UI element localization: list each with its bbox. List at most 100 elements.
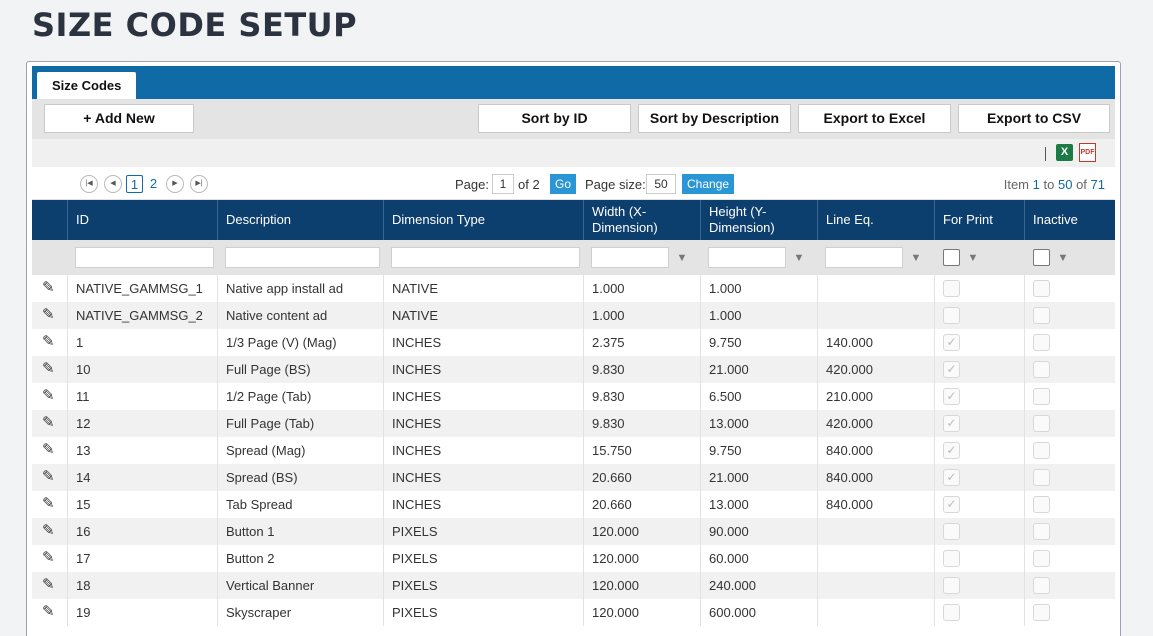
inactive-checkbox[interactable] (1033, 550, 1050, 567)
for-print-checkbox[interactable]: ✓ (943, 415, 960, 432)
for-print-checkbox[interactable] (943, 280, 960, 297)
edit-pencil-icon[interactable]: ✎ (42, 361, 55, 377)
for-print-checkbox[interactable] (943, 523, 960, 540)
cell-description: Native content ad (218, 302, 384, 329)
for-print-checkbox[interactable]: ✓ (943, 496, 960, 513)
column-header-height[interactable]: Height (Y-Dimension) (701, 200, 818, 240)
inactive-checkbox[interactable] (1033, 523, 1050, 540)
add-new-button[interactable]: + Add New (44, 104, 194, 133)
filter-line-eq-input[interactable] (825, 247, 903, 268)
filter-icon[interactable]: ▼ (673, 249, 691, 267)
filter-dimension-type-input[interactable] (391, 247, 580, 268)
column-header-dimension-type[interactable]: Dimension Type (384, 200, 584, 240)
filter-description-input[interactable] (225, 247, 380, 268)
cell-edit: ✎ (32, 491, 68, 518)
export-excel-button[interactable]: Export to Excel (798, 104, 951, 133)
page-link-1[interactable]: 1 (126, 175, 143, 193)
cell-width: 120.000 (584, 545, 701, 572)
column-header-line-eq[interactable]: Line Eq. (818, 200, 935, 240)
for-print-checkbox[interactable]: ✓ (943, 469, 960, 486)
for-print-checkbox[interactable] (943, 604, 960, 621)
page-input[interactable]: 1 (492, 174, 514, 194)
excel-icon[interactable]: X (1056, 144, 1073, 161)
filter-icon[interactable]: ▼ (907, 249, 925, 267)
filter-height-input[interactable] (708, 247, 786, 268)
first-page-icon[interactable]: |◀ (80, 175, 98, 193)
cell-width: 20.660 (584, 491, 701, 518)
filter-width-input[interactable] (591, 247, 669, 268)
inactive-checkbox[interactable] (1033, 604, 1050, 621)
for-print-checkbox[interactable] (943, 307, 960, 324)
go-button[interactable]: Go (550, 174, 577, 194)
page-size-input[interactable]: 50 (646, 174, 676, 194)
cell-for-print (935, 572, 1025, 599)
inactive-checkbox[interactable] (1033, 577, 1050, 594)
inactive-checkbox[interactable] (1033, 334, 1050, 351)
cell-dimension-type: NATIVE (384, 302, 584, 329)
sort-by-id-button[interactable]: Sort by ID (478, 104, 631, 133)
edit-pencil-icon[interactable]: ✎ (42, 307, 55, 323)
edit-pencil-icon[interactable]: ✎ (42, 469, 55, 485)
cell-for-print: ✓ (935, 329, 1025, 356)
inactive-checkbox[interactable] (1033, 307, 1050, 324)
inactive-checkbox[interactable] (1033, 469, 1050, 486)
cell-for-print (935, 599, 1025, 626)
filter-icon[interactable]: ▼ (790, 249, 808, 267)
column-header-inactive[interactable]: Inactive (1025, 200, 1115, 240)
cell-width: 15.750 (584, 437, 701, 464)
filter-icon[interactable]: ▼ (1054, 249, 1072, 267)
tab-size-codes[interactable]: Size Codes (37, 72, 137, 99)
next-page-icon[interactable]: ▶ (166, 175, 184, 193)
for-print-checkbox[interactable]: ✓ (943, 361, 960, 378)
last-page-icon[interactable]: ▶| (190, 175, 208, 193)
column-header-description[interactable]: Description (218, 200, 384, 240)
inactive-checkbox[interactable] (1033, 496, 1050, 513)
inactive-checkbox[interactable] (1033, 415, 1050, 432)
item-to-label: to (1043, 177, 1055, 192)
filter-icon[interactable]: ▼ (964, 249, 982, 267)
cell-id: NATIVE_GAMMSG_2 (68, 302, 218, 329)
edit-pencil-icon[interactable]: ✎ (42, 415, 55, 431)
edit-pencil-icon[interactable]: ✎ (42, 334, 55, 350)
edit-pencil-icon[interactable]: ✎ (42, 496, 55, 512)
export-csv-button[interactable]: Export to CSV (958, 104, 1110, 133)
sort-by-description-button[interactable]: Sort by Description (638, 104, 791, 133)
filter-for-print-checkbox[interactable] (943, 249, 960, 266)
prev-page-icon[interactable]: ◀ (104, 175, 122, 193)
cell-width: 120.000 (584, 599, 701, 626)
edit-pencil-icon[interactable]: ✎ (42, 604, 55, 620)
for-print-checkbox[interactable] (943, 577, 960, 594)
filter-row: ▼ ▼ ▼ ▼ ▼ (32, 240, 1115, 275)
column-header-for-print[interactable]: For Print (935, 200, 1025, 240)
cell-height: 13.000 (701, 491, 818, 518)
cell-description: Skyscraper (218, 599, 384, 626)
inactive-checkbox[interactable] (1033, 361, 1050, 378)
change-button[interactable]: Change (682, 174, 735, 194)
for-print-checkbox[interactable]: ✓ (943, 334, 960, 351)
cell-description: 1/3 Page (V) (Mag) (218, 329, 384, 356)
for-print-checkbox[interactable]: ✓ (943, 442, 960, 459)
column-header-id[interactable]: ID (68, 200, 218, 240)
cell-dimension-type: NATIVE (384, 275, 584, 302)
edit-pencil-icon[interactable]: ✎ (42, 523, 55, 539)
column-header-width[interactable]: Width (X-Dimension) (584, 200, 701, 240)
for-print-checkbox[interactable]: ✓ (943, 388, 960, 405)
inactive-checkbox[interactable] (1033, 388, 1050, 405)
edit-pencil-icon[interactable]: ✎ (42, 442, 55, 458)
filter-id-input[interactable] (75, 247, 214, 268)
cell-description: Full Page (BS) (218, 356, 384, 383)
edit-pencil-icon[interactable]: ✎ (42, 577, 55, 593)
edit-pencil-icon[interactable]: ✎ (42, 388, 55, 404)
for-print-checkbox[interactable] (943, 550, 960, 567)
table-row: ✎ 12 Full Page (Tab) INCHES 9.830 13.000 420.0… (32, 410, 1115, 437)
page-count-label: of 2 (518, 177, 540, 192)
page-link-2[interactable]: 2 (145, 175, 162, 193)
edit-pencil-icon[interactable]: ✎ (42, 550, 55, 566)
filter-inactive-checkbox[interactable] (1033, 249, 1050, 266)
page-title: SIZE CODE SETUP (32, 6, 358, 44)
inactive-checkbox[interactable] (1033, 280, 1050, 297)
inactive-checkbox[interactable] (1033, 442, 1050, 459)
cell-for-print (935, 518, 1025, 545)
edit-pencil-icon[interactable]: ✎ (42, 280, 55, 296)
pdf-icon[interactable]: PDF (1079, 143, 1096, 162)
